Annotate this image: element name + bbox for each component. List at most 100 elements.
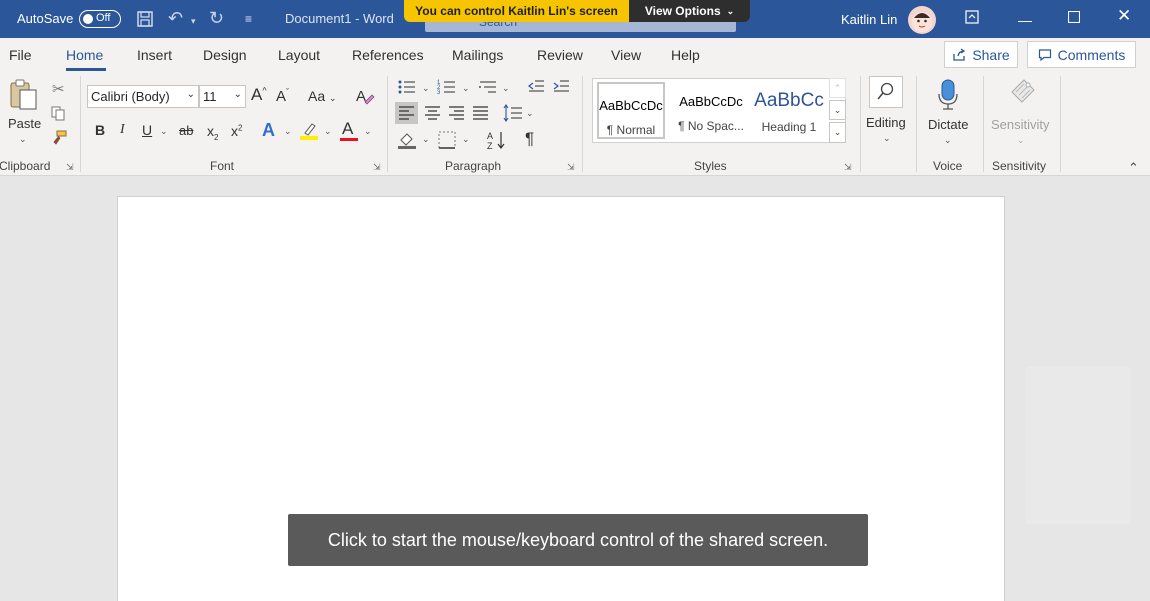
grow-font-glyph: A xyxy=(251,85,263,104)
tab-help[interactable]: Help xyxy=(671,47,700,63)
style-name: ¶ Normal xyxy=(606,123,656,137)
tab-review[interactable]: Review xyxy=(537,47,583,63)
tab-design[interactable]: Design xyxy=(203,47,247,63)
shrink-font-button[interactable]: Aˇ xyxy=(276,87,289,105)
dialog-launcher-icon[interactable]: ⇲ xyxy=(844,162,852,173)
underline-dropdown-icon[interactable]: ⌄ xyxy=(160,126,168,137)
font-color-button[interactable]: A xyxy=(342,119,353,139)
superscript-button[interactable]: x2 xyxy=(231,123,242,139)
separator xyxy=(860,76,861,172)
customize-qat-icon[interactable]: ≡ xyxy=(245,12,252,27)
bullets-icon[interactable] xyxy=(397,78,417,101)
cut-icon[interactable]: ✂ xyxy=(52,80,65,98)
tab-references[interactable]: References xyxy=(352,47,424,63)
chevron-down-icon[interactable]: ⌄ xyxy=(284,126,292,137)
avatar[interactable] xyxy=(908,6,936,34)
chevron-down-icon[interactable]: ⌄ xyxy=(187,89,195,100)
style-no-spacing[interactable]: AaBbCcDc ¶ No Spac... xyxy=(673,80,749,141)
chevron-down-icon[interactable]: ⌄ xyxy=(364,126,372,137)
style-heading-1[interactable]: AaBbCc Heading 1 xyxy=(751,80,827,141)
editing-label: Editing xyxy=(866,115,906,130)
remote-control-prompt[interactable]: Click to start the mouse/keyboard contro… xyxy=(288,514,868,566)
view-options-button[interactable]: View Options ⌄ xyxy=(629,0,750,22)
align-right-icon[interactable] xyxy=(445,102,468,129)
dictate-button[interactable]: Dictate ⌄ xyxy=(923,74,973,154)
format-painter-icon[interactable] xyxy=(50,130,67,151)
justify-icon[interactable] xyxy=(469,102,492,129)
ribbon-display-options-icon[interactable] xyxy=(965,10,979,27)
sensitivity-icon xyxy=(1011,79,1035,103)
highlight-icon[interactable] xyxy=(299,121,319,146)
undo-dropdown-icon[interactable]: ▾ xyxy=(191,14,196,29)
change-case-button[interactable]: Aa ⌄ xyxy=(308,88,337,104)
borders-icon[interactable] xyxy=(437,130,457,155)
close-icon[interactable]: ✕ xyxy=(1117,7,1131,24)
grow-font-button[interactable]: A^ xyxy=(251,85,267,105)
line-spacing-icon[interactable] xyxy=(502,103,524,128)
minimize-icon[interactable]: — xyxy=(1018,12,1032,28)
redo-icon[interactable]: ↻ xyxy=(209,9,224,27)
show-marks-button[interactable]: ¶ xyxy=(525,129,534,149)
dialog-launcher-icon[interactable]: ⇲ xyxy=(66,162,74,173)
chevron-down-icon[interactable]: ⌄ xyxy=(234,89,242,100)
control-banner: You can control Kaitlin Lin's screen xyxy=(404,0,629,22)
tab-view[interactable]: View xyxy=(611,47,641,63)
save-icon[interactable] xyxy=(136,10,154,28)
toggle-knob xyxy=(83,14,93,24)
collapse-ribbon-icon[interactable]: ⌃ xyxy=(1128,160,1139,176)
underline-button[interactable]: U xyxy=(142,122,152,138)
chevron-down-icon: ⌄ xyxy=(883,133,891,143)
styles-scroll-down[interactable]: ⌄ xyxy=(829,100,846,120)
strikethrough-button[interactable]: ab xyxy=(179,123,193,138)
share-button[interactable]: Share xyxy=(944,41,1018,68)
tab-file[interactable]: File xyxy=(9,47,32,63)
chevron-down-icon[interactable]: ⌄ xyxy=(422,134,430,145)
font-size-box[interactable]: 11 ⌄ xyxy=(199,85,246,108)
chevron-down-icon[interactable]: ⌄ xyxy=(526,108,534,119)
subscript-button[interactable]: x2 xyxy=(207,123,218,142)
chevron-down-icon[interactable]: ⌄ xyxy=(462,83,470,94)
italic-button[interactable]: I xyxy=(120,122,125,138)
style-normal[interactable]: AaBbCcDc ¶ Normal xyxy=(597,82,665,139)
styles-more-button[interactable]: ⌄ xyxy=(829,122,846,143)
numbering-icon[interactable]: 123 xyxy=(437,78,457,101)
chevron-down-icon[interactable]: ⌄ xyxy=(422,83,430,94)
change-case-glyph: Aa xyxy=(308,88,326,104)
text-effects-button[interactable]: A xyxy=(262,120,275,141)
editing-button[interactable]: Editing ⌄ xyxy=(863,74,911,154)
shrink-font-glyph: A xyxy=(276,88,287,105)
chevron-down-icon: ⌄ xyxy=(944,135,952,145)
tab-home[interactable]: Home xyxy=(66,47,103,63)
chevron-down-icon[interactable]: ⌄ xyxy=(324,126,332,137)
maximize-icon[interactable] xyxy=(1067,10,1081,26)
paste-dropdown-icon[interactable]: ⌄ xyxy=(19,134,27,145)
styles-scroll-up[interactable]: ⌃ xyxy=(829,78,846,98)
chevron-down-icon[interactable]: ⌄ xyxy=(502,83,510,94)
font-name-box[interactable]: Calibri (Body) ⌄ xyxy=(87,85,199,108)
comments-button[interactable]: Comments xyxy=(1027,41,1136,68)
tab-layout[interactable]: Layout xyxy=(278,47,320,63)
align-left-icon xyxy=(399,106,414,120)
sort-icon[interactable]: AZ xyxy=(486,130,508,155)
increase-indent-icon[interactable] xyxy=(552,78,570,99)
copy-icon[interactable] xyxy=(50,105,66,126)
autosave-toggle[interactable]: Off xyxy=(79,10,121,28)
shading-icon[interactable] xyxy=(397,130,417,155)
bold-button[interactable]: B xyxy=(95,122,105,138)
paragraph-group-label: Paragraph xyxy=(445,159,502,173)
tab-insert[interactable]: Insert xyxy=(137,47,172,63)
decrease-indent-icon[interactable] xyxy=(527,78,545,99)
paste-button[interactable]: Paste ⌄ xyxy=(6,78,42,150)
clear-formatting-icon[interactable]: A xyxy=(355,86,375,111)
multilevel-list-icon[interactable] xyxy=(478,78,498,101)
undo-icon[interactable]: ↶ xyxy=(168,9,183,27)
dialog-launcher-icon[interactable]: ⇲ xyxy=(567,162,575,173)
sensitivity-button[interactable]: Sensitivity ⌄ xyxy=(988,74,1052,154)
comments-label: Comments xyxy=(1057,46,1126,63)
tab-mailings[interactable]: Mailings xyxy=(452,47,503,63)
align-center-icon[interactable] xyxy=(421,102,444,129)
chevron-down-icon[interactable]: ⌄ xyxy=(462,134,470,145)
align-left-button[interactable] xyxy=(395,102,418,124)
dialog-launcher-icon[interactable]: ⇲ xyxy=(373,162,381,173)
user-name[interactable]: Kaitlin Lin xyxy=(841,12,897,27)
